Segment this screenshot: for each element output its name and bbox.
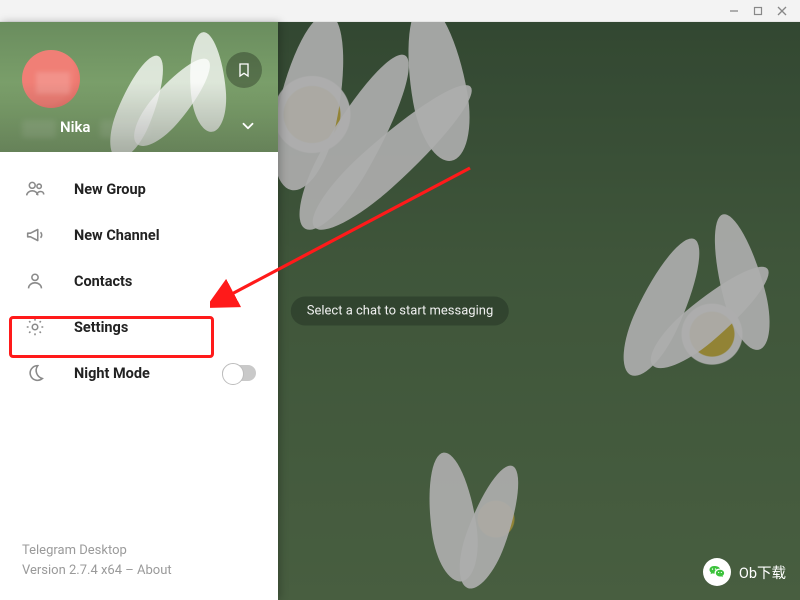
moon-icon [22,362,48,384]
menu-label: New Group [74,181,146,198]
bookmark-icon [236,62,252,78]
night-mode-toggle[interactable] [222,365,256,381]
menu-label: Night Mode [74,365,150,382]
watermark: Ob下载 [703,558,786,586]
avatar[interactable] [22,50,80,108]
app-name: Telegram Desktop [22,541,256,561]
person-icon [22,270,48,292]
gear-icon [22,316,48,338]
menu-item-settings[interactable]: Settings [0,304,278,350]
titlebar [0,0,800,22]
chevron-down-icon [239,117,257,135]
menu-item-new-channel[interactable]: New Channel [0,212,278,258]
menu-item-night-mode[interactable]: Night Mode [0,350,278,396]
drawer-header: Nika [0,22,278,152]
wechat-icon [703,558,731,586]
account-expand-button[interactable] [236,114,260,138]
menu-item-new-group[interactable]: New Group [0,166,278,212]
username: Nika [60,118,90,136]
drawer-footer: Telegram Desktop Version 2.7.4 x64 – Abo… [0,541,278,600]
menu-item-contacts[interactable]: Contacts [0,258,278,304]
megaphone-icon [22,224,48,246]
close-button[interactable] [770,1,794,21]
version-line[interactable]: Version 2.7.4 x64 – About [22,561,256,581]
minimize-button[interactable] [722,1,746,21]
saved-messages-button[interactable] [226,52,262,88]
watermark-text: Ob下载 [739,562,786,583]
menu-label: Settings [74,319,128,336]
menu-label: New Channel [74,227,160,244]
menu-label: Contacts [74,273,132,290]
group-icon [22,178,48,200]
maximize-button[interactable] [746,1,770,21]
menu: New Group New Channel Contacts Settings [0,152,278,396]
empty-chat-hint: Select a chat to start messaging [291,297,509,326]
sidebar-drawer: Nika New Group New Channel [0,22,278,600]
